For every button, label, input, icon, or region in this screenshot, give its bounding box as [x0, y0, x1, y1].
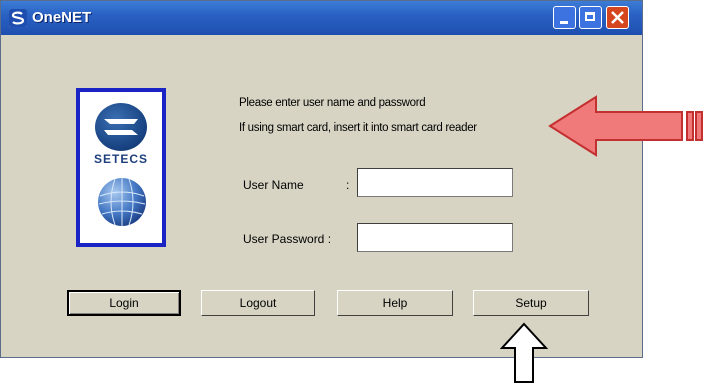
setecs-logo-panel: SETECS: [76, 88, 166, 247]
logout-button[interactable]: Logout: [201, 290, 315, 316]
logo-text: SETECS: [93, 152, 148, 166]
user-password-input[interactable]: [357, 223, 513, 252]
red-arrow-left-icon: [548, 95, 703, 157]
user-name-label: User Name: [243, 178, 304, 192]
globe-icon: [98, 178, 146, 226]
instruction-line-1: Please enter user name and password: [239, 97, 426, 109]
onenet-window: OneNET SETECS Please enter user name and…: [0, 0, 643, 358]
user-name-input[interactable]: [357, 168, 513, 197]
user-password-label: User Password :: [243, 232, 332, 246]
setecs-s-logo-icon: [95, 103, 147, 151]
user-name-colon: :: [346, 178, 350, 192]
close-button[interactable]: [606, 6, 629, 29]
close-icon: [611, 11, 624, 24]
title-bar[interactable]: OneNET: [1, 1, 642, 35]
help-button[interactable]: Help: [337, 290, 453, 316]
arrow-up-outline-icon: [499, 322, 549, 383]
setup-button[interactable]: Setup: [473, 290, 589, 316]
login-button[interactable]: Login: [67, 290, 181, 316]
window-title: OneNET: [32, 9, 92, 26]
minimize-button[interactable]: [553, 6, 576, 29]
instruction-line-2: If using smart card, insert it into smar…: [239, 122, 477, 134]
maximize-button[interactable]: [579, 6, 602, 29]
app-icon[interactable]: [9, 9, 27, 27]
